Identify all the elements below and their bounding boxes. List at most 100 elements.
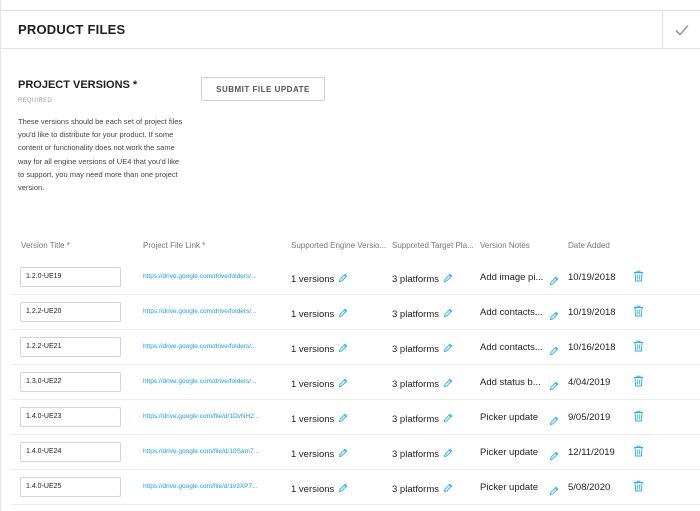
pencil-icon[interactable] <box>549 378 559 396</box>
version-notes: Add status b... <box>480 377 541 388</box>
engine-versions-cell: 1 versions <box>291 448 348 461</box>
engine-versions-count: 1 versions <box>291 484 335 495</box>
table-row: 1.4.0-UE24 https://drive.google.com/file/… <box>11 435 700 470</box>
pencil-icon[interactable] <box>443 448 453 461</box>
pencil-icon[interactable] <box>443 343 453 356</box>
pencil-icon[interactable] <box>338 448 348 461</box>
engine-versions-count: 1 versions <box>291 309 335 320</box>
table-row: 1.4.0-UE23 https://drive.google.com/file/… <box>11 400 700 435</box>
version-title-input[interactable]: 1.2.0-UE19 <box>20 267 121 287</box>
pencil-icon[interactable] <box>549 308 559 326</box>
engine-versions-count: 1 versions <box>291 414 335 425</box>
pencil-icon[interactable] <box>338 483 348 496</box>
project-file-link[interactable]: https://drive.google.com/file/d/10Sam7..… <box>143 448 286 455</box>
trash-icon[interactable] <box>633 374 644 392</box>
trash-icon[interactable] <box>633 339 644 357</box>
target-platforms-count: 3 platforms <box>392 309 439 320</box>
engine-versions-count: 1 versions <box>291 344 335 355</box>
project-file-link[interactable]: https://drive.google.com/drive/folders/.… <box>143 378 286 385</box>
version-title-input[interactable]: 1.4.0-UE24 <box>20 442 121 462</box>
project-file-link[interactable]: https://drive.google.com/drive/folders/.… <box>143 308 286 315</box>
version-title-input[interactable]: 1.4.0-UE25 <box>20 477 121 497</box>
project-file-link[interactable]: https://drive.google.com/file/d/1v3XP7..… <box>143 483 286 490</box>
trash-icon[interactable] <box>633 304 644 322</box>
submit-file-update-button[interactable]: SUBMIT FILE UPDATE <box>201 77 325 101</box>
target-platforms-cell: 3 platforms <box>392 308 453 321</box>
pencil-icon[interactable] <box>338 378 348 391</box>
version-notes: Add image pi... <box>480 272 544 283</box>
column-header-engine-versions: Supported Engine Versio... <box>291 241 387 250</box>
engine-versions-cell: 1 versions <box>291 273 348 286</box>
pencil-icon[interactable] <box>443 378 453 391</box>
project-versions-title: PROJECT VERSIONS * <box>18 79 138 91</box>
version-notes: Add contacts... <box>480 342 543 353</box>
target-platforms-count: 3 platforms <box>392 344 439 355</box>
pencil-icon[interactable] <box>443 413 453 426</box>
project-file-link[interactable]: https://drive.google.com/file/d/1DvNH2..… <box>143 413 286 420</box>
engine-versions-cell: 1 versions <box>291 343 348 356</box>
pencil-icon[interactable] <box>549 273 559 291</box>
version-title-input[interactable]: 1.3.0-UE22 <box>20 372 121 392</box>
pencil-icon[interactable] <box>338 343 348 356</box>
target-platforms-cell: 3 platforms <box>392 413 453 426</box>
column-header-version-notes: Version Notes <box>480 241 530 250</box>
trash-icon[interactable] <box>633 269 644 287</box>
trash-icon[interactable] <box>633 409 644 427</box>
table-row: 1.4.0-UE25 https://drive.google.com/file/… <box>11 470 700 505</box>
version-notes: Picker update <box>480 482 539 493</box>
trash-icon[interactable] <box>633 479 644 497</box>
table-row: 1.3.0-UE22 https://drive.google.com/drive… <box>11 365 700 400</box>
version-title-input[interactable]: 1.4.0-UE23 <box>20 407 121 427</box>
confirm-button[interactable] <box>663 11 700 49</box>
pencil-icon[interactable] <box>338 413 348 426</box>
column-header-target-platforms: Supported Target Pla... <box>392 241 474 250</box>
pencil-icon[interactable] <box>443 483 453 496</box>
column-header-file-link: Project File Link * <box>143 241 206 250</box>
table-row: 1.2.2-UE20 https://drive.google.com/drive… <box>11 295 700 330</box>
pencil-icon[interactable] <box>338 308 348 321</box>
page-title: PRODUCT FILES <box>18 22 126 37</box>
engine-versions-cell: 1 versions <box>291 308 348 321</box>
pencil-icon[interactable] <box>549 343 559 361</box>
target-platforms-count: 3 platforms <box>392 274 439 285</box>
pencil-icon[interactable] <box>443 308 453 321</box>
version-notes: Picker update <box>480 412 539 423</box>
target-platforms-count: 3 platforms <box>392 449 439 460</box>
project-file-link[interactable]: https://drive.google.com/drive/folders/.… <box>143 273 286 280</box>
trash-icon[interactable] <box>633 444 644 462</box>
column-header-date-added: Date Added <box>568 241 610 250</box>
pencil-icon[interactable] <box>549 413 559 431</box>
engine-versions-cell: 1 versions <box>291 413 348 426</box>
panel-header: PRODUCT FILES <box>1 10 700 49</box>
date-added: 5/08/2020 <box>568 482 611 493</box>
engine-versions-cell: 1 versions <box>291 483 348 496</box>
pencil-icon[interactable] <box>549 483 559 501</box>
date-added: 4/04/2019 <box>568 377 611 388</box>
pencil-icon[interactable] <box>443 273 453 286</box>
target-platforms-cell: 3 platforms <box>392 448 453 461</box>
date-added: 9/05/2019 <box>568 412 611 423</box>
project-file-link[interactable]: https://drive.google.com/drive/folders/.… <box>143 343 286 350</box>
target-platforms-cell: 3 platforms <box>392 378 453 391</box>
version-title-input[interactable]: 1.2.2-UE20 <box>20 302 121 322</box>
date-added: 10/16/2018 <box>568 342 616 353</box>
engine-versions-count: 1 versions <box>291 449 335 460</box>
pencil-icon[interactable] <box>338 273 348 286</box>
target-platforms-count: 3 platforms <box>392 484 439 495</box>
version-title-input[interactable]: 1.2.2-UE21 <box>20 337 121 357</box>
target-platforms-count: 3 platforms <box>392 379 439 390</box>
date-added: 10/19/2018 <box>568 307 616 318</box>
table-row: 1.2.0-UE19 https://drive.google.com/drive… <box>11 260 700 295</box>
target-platforms-cell: 3 platforms <box>392 483 453 496</box>
table-row: 1.2.2-UE21 https://drive.google.com/drive… <box>11 330 700 365</box>
engine-versions-cell: 1 versions <box>291 378 348 391</box>
date-added: 12/11/2019 <box>568 447 615 458</box>
version-notes: Add contacts... <box>480 307 543 318</box>
target-platforms-count: 3 platforms <box>392 414 439 425</box>
pencil-icon[interactable] <box>549 448 559 466</box>
project-versions-description: These versions should be each set of pro… <box>18 117 183 193</box>
target-platforms-cell: 3 platforms <box>392 273 453 286</box>
date-added: 10/19/2018 <box>568 272 616 283</box>
engine-versions-count: 1 versions <box>291 274 335 285</box>
check-icon <box>675 24 689 36</box>
